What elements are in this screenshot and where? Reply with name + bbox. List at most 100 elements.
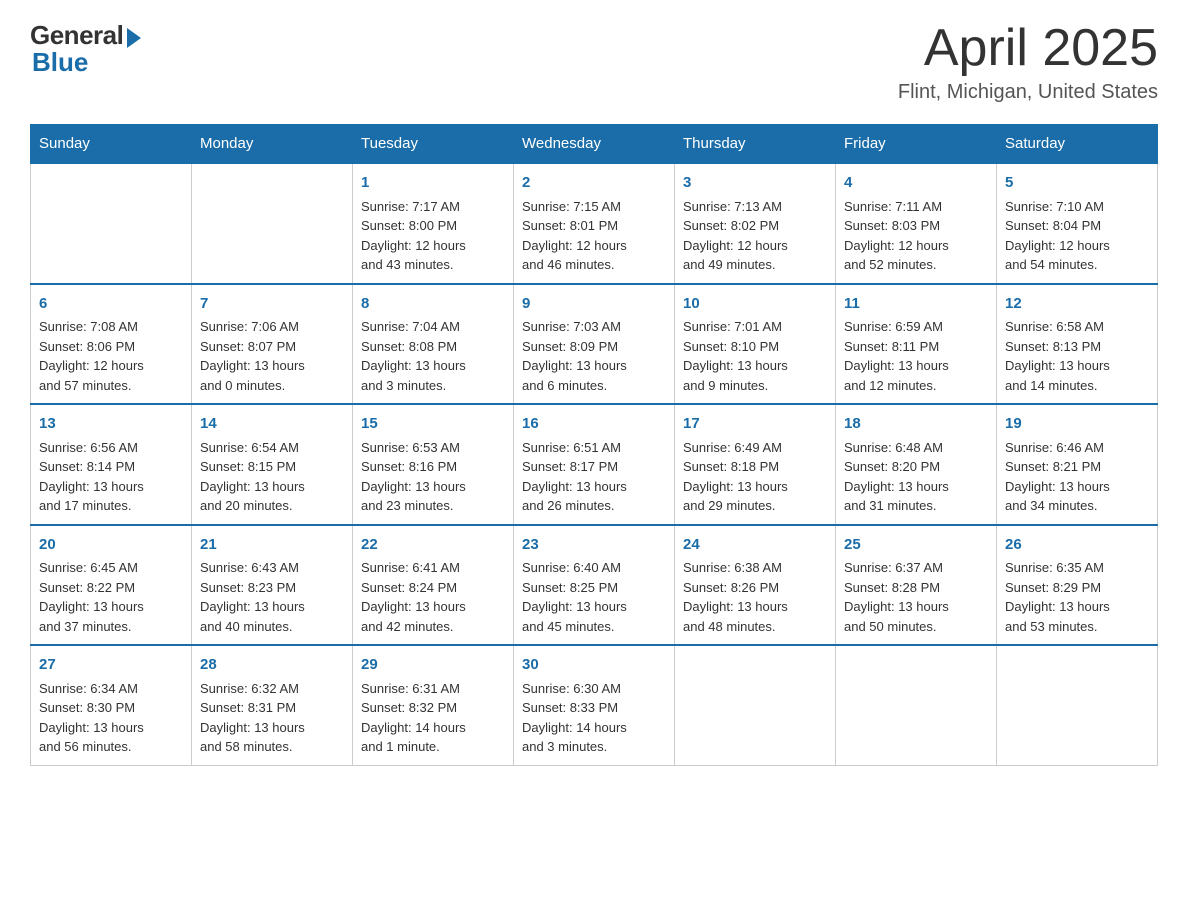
calendar-cell: 16 Sunrise: 6:51 AM Sunset: 8:17 PM Dayli… bbox=[514, 404, 675, 525]
header-row: SundayMondayTuesdayWednesdayThursdayFrid… bbox=[31, 125, 1158, 164]
day-number: 10 bbox=[683, 293, 827, 316]
calendar-cell: 29 Sunrise: 6:31 AM Sunset: 8:32 PM Dayli… bbox=[353, 645, 514, 765]
day-info: Sunrise: 7:10 AM Sunset: 8:04 PM Dayligh… bbox=[1005, 199, 1110, 273]
day-number: 11 bbox=[844, 293, 988, 316]
day-info: Sunrise: 6:32 AM Sunset: 8:31 PM Dayligh… bbox=[200, 681, 305, 755]
calendar-cell: 2 Sunrise: 7:15 AM Sunset: 8:01 PM Daylig… bbox=[514, 163, 675, 284]
day-of-week-header: Friday bbox=[836, 125, 997, 164]
calendar-cell bbox=[836, 645, 997, 765]
calendar-cell: 14 Sunrise: 6:54 AM Sunset: 8:15 PM Dayli… bbox=[192, 404, 353, 525]
day-number: 16 bbox=[522, 413, 666, 436]
day-number: 23 bbox=[522, 534, 666, 557]
day-info: Sunrise: 7:17 AM Sunset: 8:00 PM Dayligh… bbox=[361, 199, 466, 273]
day-number: 3 bbox=[683, 172, 827, 195]
day-info: Sunrise: 6:37 AM Sunset: 8:28 PM Dayligh… bbox=[844, 560, 949, 634]
calendar-cell: 28 Sunrise: 6:32 AM Sunset: 8:31 PM Dayli… bbox=[192, 645, 353, 765]
day-number: 26 bbox=[1005, 534, 1149, 557]
day-number: 5 bbox=[1005, 172, 1149, 195]
day-of-week-header: Wednesday bbox=[514, 125, 675, 164]
day-number: 1 bbox=[361, 172, 505, 195]
calendar-cell: 3 Sunrise: 7:13 AM Sunset: 8:02 PM Daylig… bbox=[675, 163, 836, 284]
calendar-cell: 12 Sunrise: 6:58 AM Sunset: 8:13 PM Dayli… bbox=[997, 284, 1158, 405]
calendar-cell: 4 Sunrise: 7:11 AM Sunset: 8:03 PM Daylig… bbox=[836, 163, 997, 284]
day-info: Sunrise: 6:58 AM Sunset: 8:13 PM Dayligh… bbox=[1005, 319, 1110, 393]
day-number: 24 bbox=[683, 534, 827, 557]
week-row: 1 Sunrise: 7:17 AM Sunset: 8:00 PM Daylig… bbox=[31, 163, 1158, 284]
title-block: April 2025 Flint, Michigan, United State… bbox=[898, 20, 1158, 104]
day-of-week-header: Saturday bbox=[997, 125, 1158, 164]
day-info: Sunrise: 6:54 AM Sunset: 8:15 PM Dayligh… bbox=[200, 440, 305, 514]
day-number: 7 bbox=[200, 293, 344, 316]
day-info: Sunrise: 7:13 AM Sunset: 8:02 PM Dayligh… bbox=[683, 199, 788, 273]
day-info: Sunrise: 7:11 AM Sunset: 8:03 PM Dayligh… bbox=[844, 199, 949, 273]
page-header: General Blue April 2025 Flint, Michigan,… bbox=[30, 20, 1158, 104]
day-info: Sunrise: 7:06 AM Sunset: 8:07 PM Dayligh… bbox=[200, 319, 305, 393]
calendar-table: SundayMondayTuesdayWednesdayThursdayFrid… bbox=[30, 124, 1158, 766]
logo: General Blue bbox=[30, 20, 141, 78]
day-number: 14 bbox=[200, 413, 344, 436]
calendar-cell: 13 Sunrise: 6:56 AM Sunset: 8:14 PM Dayli… bbox=[31, 404, 192, 525]
day-number: 12 bbox=[1005, 293, 1149, 316]
calendar-cell: 27 Sunrise: 6:34 AM Sunset: 8:30 PM Dayli… bbox=[31, 645, 192, 765]
day-number: 25 bbox=[844, 534, 988, 557]
calendar-cell: 15 Sunrise: 6:53 AM Sunset: 8:16 PM Dayli… bbox=[353, 404, 514, 525]
logo-arrow-icon bbox=[127, 28, 141, 48]
day-number: 9 bbox=[522, 293, 666, 316]
calendar-cell: 20 Sunrise: 6:45 AM Sunset: 8:22 PM Dayli… bbox=[31, 525, 192, 646]
day-number: 29 bbox=[361, 654, 505, 677]
day-info: Sunrise: 6:41 AM Sunset: 8:24 PM Dayligh… bbox=[361, 560, 466, 634]
day-info: Sunrise: 6:53 AM Sunset: 8:16 PM Dayligh… bbox=[361, 440, 466, 514]
calendar-cell: 7 Sunrise: 7:06 AM Sunset: 8:07 PM Daylig… bbox=[192, 284, 353, 405]
day-number: 2 bbox=[522, 172, 666, 195]
calendar-cell: 5 Sunrise: 7:10 AM Sunset: 8:04 PM Daylig… bbox=[997, 163, 1158, 284]
day-info: Sunrise: 6:49 AM Sunset: 8:18 PM Dayligh… bbox=[683, 440, 788, 514]
calendar-cell bbox=[997, 645, 1158, 765]
day-of-week-header: Monday bbox=[192, 125, 353, 164]
day-info: Sunrise: 7:04 AM Sunset: 8:08 PM Dayligh… bbox=[361, 319, 466, 393]
calendar-cell: 1 Sunrise: 7:17 AM Sunset: 8:00 PM Daylig… bbox=[353, 163, 514, 284]
calendar-cell: 22 Sunrise: 6:41 AM Sunset: 8:24 PM Dayli… bbox=[353, 525, 514, 646]
day-info: Sunrise: 6:48 AM Sunset: 8:20 PM Dayligh… bbox=[844, 440, 949, 514]
day-number: 19 bbox=[1005, 413, 1149, 436]
day-info: Sunrise: 6:31 AM Sunset: 8:32 PM Dayligh… bbox=[361, 681, 466, 755]
calendar-cell: 30Sunrise: 6:30 AM Sunset: 8:33 PM Dayli… bbox=[514, 645, 675, 765]
calendar-cell: 25 Sunrise: 6:37 AM Sunset: 8:28 PM Dayli… bbox=[836, 525, 997, 646]
week-row: 13 Sunrise: 6:56 AM Sunset: 8:14 PM Dayli… bbox=[31, 404, 1158, 525]
day-info: Sunrise: 6:34 AM Sunset: 8:30 PM Dayligh… bbox=[39, 681, 144, 755]
day-info: Sunrise: 7:01 AM Sunset: 8:10 PM Dayligh… bbox=[683, 319, 788, 393]
day-number: 13 bbox=[39, 413, 183, 436]
day-number: 27 bbox=[39, 654, 183, 677]
day-info: Sunrise: 6:40 AM Sunset: 8:25 PM Dayligh… bbox=[522, 560, 627, 634]
week-row: 20 Sunrise: 6:45 AM Sunset: 8:22 PM Dayli… bbox=[31, 525, 1158, 646]
day-number: 6 bbox=[39, 293, 183, 316]
day-info: Sunrise: 6:43 AM Sunset: 8:23 PM Dayligh… bbox=[200, 560, 305, 634]
logo-blue-text: Blue bbox=[32, 47, 88, 78]
day-number: 4 bbox=[844, 172, 988, 195]
month-title: April 2025 bbox=[898, 20, 1158, 77]
calendar-cell: 26 Sunrise: 6:35 AM Sunset: 8:29 PM Dayli… bbox=[997, 525, 1158, 646]
calendar-cell: 23 Sunrise: 6:40 AM Sunset: 8:25 PM Dayli… bbox=[514, 525, 675, 646]
day-number: 15 bbox=[361, 413, 505, 436]
calendar-cell: 24Sunrise: 6:38 AM Sunset: 8:26 PM Dayli… bbox=[675, 525, 836, 646]
day-of-week-header: Thursday bbox=[675, 125, 836, 164]
day-info: Sunrise: 6:45 AM Sunset: 8:22 PM Dayligh… bbox=[39, 560, 144, 634]
day-number: 22 bbox=[361, 534, 505, 557]
week-row: 6Sunrise: 7:08 AM Sunset: 8:06 PM Daylig… bbox=[31, 284, 1158, 405]
day-info: Sunrise: 6:35 AM Sunset: 8:29 PM Dayligh… bbox=[1005, 560, 1110, 634]
day-number: 28 bbox=[200, 654, 344, 677]
day-info: Sunrise: 6:51 AM Sunset: 8:17 PM Dayligh… bbox=[522, 440, 627, 514]
calendar-cell: 10 Sunrise: 7:01 AM Sunset: 8:10 PM Dayli… bbox=[675, 284, 836, 405]
calendar-cell: 19Sunrise: 6:46 AM Sunset: 8:21 PM Dayli… bbox=[997, 404, 1158, 525]
calendar-cell bbox=[675, 645, 836, 765]
day-info: Sunrise: 7:03 AM Sunset: 8:09 PM Dayligh… bbox=[522, 319, 627, 393]
day-info: Sunrise: 7:15 AM Sunset: 8:01 PM Dayligh… bbox=[522, 199, 627, 273]
day-number: 21 bbox=[200, 534, 344, 557]
calendar-cell: 8Sunrise: 7:04 AM Sunset: 8:08 PM Daylig… bbox=[353, 284, 514, 405]
calendar-cell: 9 Sunrise: 7:03 AM Sunset: 8:09 PM Daylig… bbox=[514, 284, 675, 405]
day-number: 17 bbox=[683, 413, 827, 436]
day-number: 18 bbox=[844, 413, 988, 436]
day-info: Sunrise: 6:56 AM Sunset: 8:14 PM Dayligh… bbox=[39, 440, 144, 514]
calendar-cell bbox=[31, 163, 192, 284]
day-number: 20 bbox=[39, 534, 183, 557]
calendar-cell bbox=[192, 163, 353, 284]
